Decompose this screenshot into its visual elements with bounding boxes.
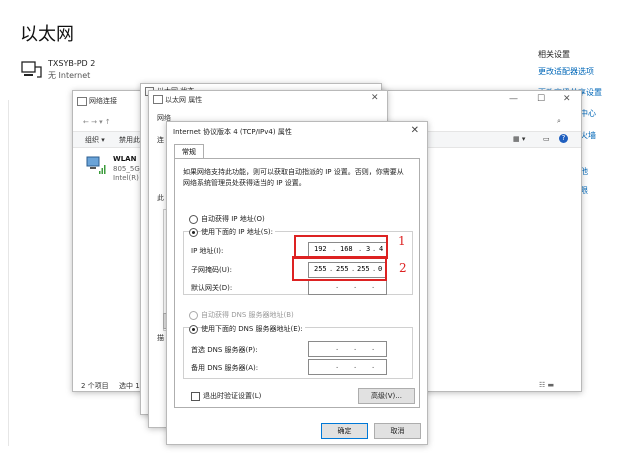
description-label: 描 (157, 334, 164, 342)
help-icon[interactable]: ? (559, 134, 568, 143)
firewall-link[interactable]: 火墙 (580, 130, 596, 141)
adapter-ssid: 805_5G_ (113, 165, 144, 173)
subnet-mask-label: 子网掩码(U): (191, 266, 232, 274)
annotation-label-2: 2 (399, 261, 407, 275)
window-icon (153, 95, 163, 104)
alternate-dns-input[interactable]: . . . (308, 359, 387, 375)
ipv4-properties-dialog: Internet 协议版本 4 (TCP/IPv4) 属性 ✕ 常规 如果网络支… (166, 121, 428, 445)
ok-button[interactable]: 确定 (321, 423, 368, 439)
network-status: 无 Internet (48, 71, 91, 80)
close-button[interactable]: ✕ (563, 94, 571, 104)
validate-checkbox[interactable] (191, 392, 200, 401)
dialog-title: Internet 协议版本 4 (TCP/IPv4) 属性 (173, 128, 292, 136)
window-title: 以太网 属性 (165, 96, 203, 104)
search-icon[interactable]: ⌕ (557, 117, 561, 126)
annotation-label-1: 1 (398, 234, 406, 248)
close-button[interactable]: ✕ (371, 93, 379, 103)
view-toggle-icon[interactable]: ▦ ▾ (513, 135, 525, 143)
description-text: 如果网络支持此功能，则可以获取自动指派的 IP 设置。否则，你需要从网络系统管理… (183, 168, 404, 187)
connect-using-label: 连 (157, 136, 164, 144)
default-gateway-input[interactable]: . . . (308, 279, 387, 295)
wlan-adapter-icon (86, 156, 106, 174)
page-title: 以太网 (20, 24, 74, 45)
network-center-link[interactable]: 中心 (580, 108, 596, 119)
window-title: 网络连接 (89, 97, 117, 105)
preview-pane-icon[interactable]: ▭ (543, 135, 550, 143)
ethernet-icon (21, 61, 42, 78)
disable-device-button[interactable]: 禁用此 (119, 135, 140, 145)
auto-ip-label: 自动获得 IP 地址(O) (201, 215, 265, 223)
related-settings-title: 相关设置 (538, 50, 570, 59)
alternate-dns-label: 备用 DNS 服务器(A): (191, 364, 259, 372)
manual-ip-label: 使用下面的 IP 地址(S): (201, 227, 275, 237)
manual-dns-label: 使用下面的 DNS 服务器地址(E): (201, 324, 305, 334)
divider (8, 100, 9, 446)
validate-label: 退出时验证设置(L) (203, 392, 262, 400)
organize-button[interactable]: 组织 ▾ (85, 135, 105, 145)
details-view-icon[interactable]: ☷ ▬ (539, 381, 554, 389)
minimize-button[interactable]: — (509, 94, 518, 104)
auto-dns-radio[interactable] (189, 311, 198, 320)
cancel-button[interactable]: 取消 (374, 423, 421, 439)
auto-dns-label: 自动获得 DNS 服务器地址(B) (201, 311, 294, 319)
preferred-dns-label: 首选 DNS 服务器(P): (191, 346, 258, 354)
maximize-button[interactable]: ☐ (537, 94, 545, 104)
components-label: 此 (157, 194, 164, 202)
manual-dns-radio[interactable] (189, 325, 198, 334)
change-adapter-options-link[interactable]: 更改适配器选项 (538, 66, 594, 77)
default-gateway-label: 默认网关(D): (191, 284, 233, 292)
tab-general[interactable]: 常规 (174, 144, 204, 159)
annotation-box-mask (292, 256, 387, 281)
folder-icon (77, 97, 87, 106)
nav-arrows-icon[interactable]: ← → ▾ ↑ (83, 118, 111, 126)
auto-ip-radio[interactable] (189, 215, 198, 224)
adapter-device: Intel(R) (113, 174, 139, 182)
network-name: TXSYB-PD 2 (48, 59, 96, 68)
item-count: 2 个项目 (81, 382, 109, 390)
adapter-name[interactable]: WLAN (113, 155, 136, 163)
ip-address-label: IP 地址(I): (191, 247, 224, 255)
close-button[interactable]: ✕ (411, 125, 419, 136)
general-panel: 如果网络支持此功能，则可以获取自动指派的 IP 设置。否则，你需要从网络系统管理… (174, 158, 420, 408)
manual-ip-radio[interactable] (189, 228, 198, 237)
preferred-dns-input[interactable]: . . . (308, 341, 387, 357)
advanced-button[interactable]: 高级(V)... (358, 388, 415, 404)
